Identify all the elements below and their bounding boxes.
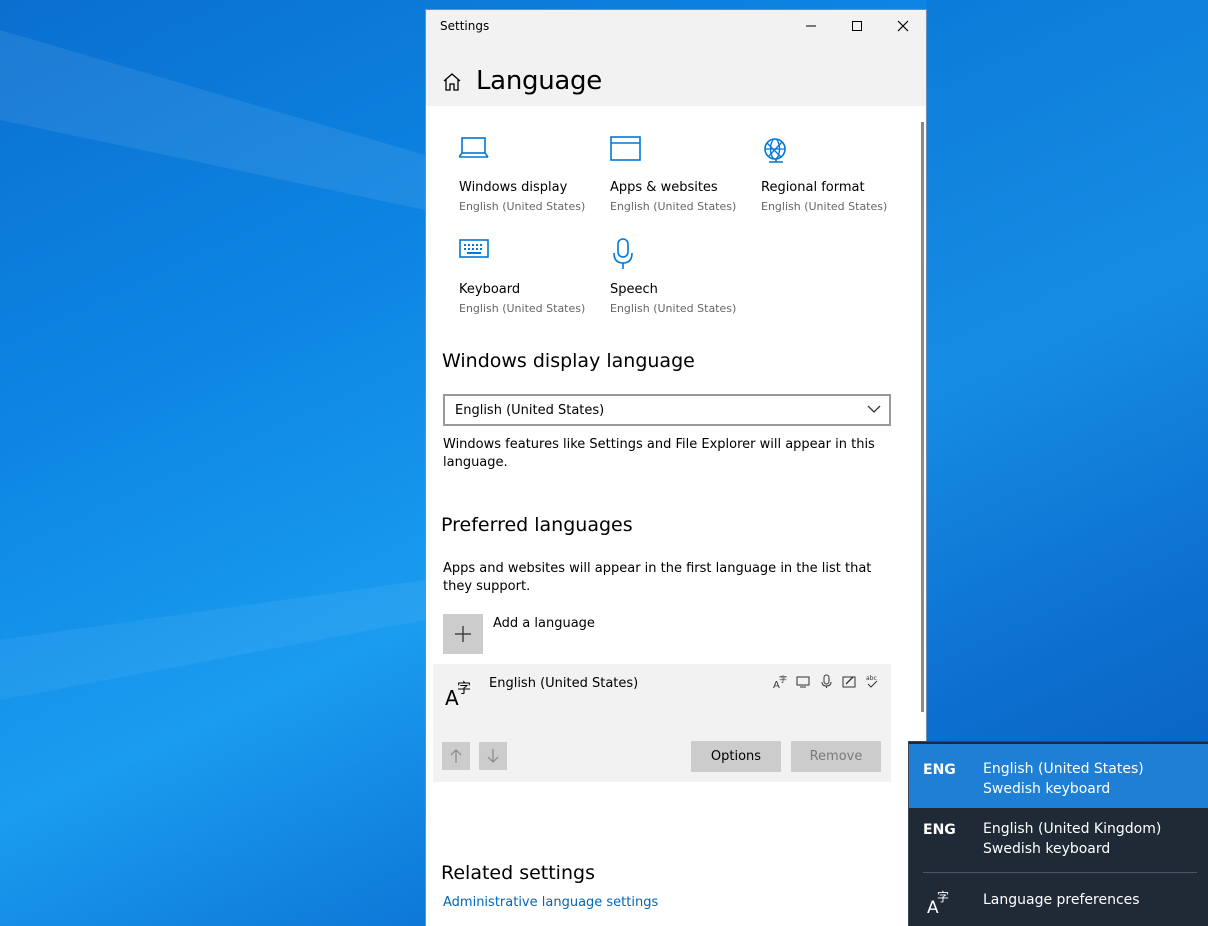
settings-window: Settings Language Windows display Englis… — [425, 9, 927, 926]
window-title: Settings — [440, 19, 490, 33]
page-header: Language — [426, 44, 926, 106]
maximize-button[interactable] — [834, 10, 880, 42]
tile-label: Apps & websites — [610, 180, 718, 195]
move-down-button[interactable] — [479, 742, 507, 770]
text-to-speech-feature-icon — [796, 674, 811, 689]
tile-keyboard[interactable]: Keyboard English (United States) — [459, 238, 609, 328]
tile-label: Windows display — [459, 180, 568, 195]
title-bar: Settings — [426, 10, 926, 44]
dropdown-value: English (United States) — [455, 403, 605, 418]
display-language-description: Windows features like Settings and File … — [443, 437, 875, 470]
home-icon[interactable] — [442, 72, 462, 92]
language-code: ENG — [923, 822, 956, 838]
tile-sub: English (United States) — [610, 200, 737, 213]
language-preferences-icon: A 字 — [927, 889, 949, 916]
tile-label: Speech — [610, 282, 658, 297]
language-code: ENG — [923, 762, 956, 778]
tile-label: Regional format — [761, 180, 865, 195]
tile-sub: English (United States) — [761, 200, 888, 213]
display-language-heading: Windows display language — [442, 350, 695, 372]
svg-text:字: 字 — [457, 681, 471, 697]
language-icon: A 字 — [445, 681, 471, 708]
display-language-dropdown[interactable]: English (United States) — [443, 394, 891, 426]
close-icon — [897, 20, 909, 32]
language-list-item[interactable]: A 字 English (United States) A字 abc Optio… — [433, 664, 891, 782]
minimize-button[interactable] — [788, 10, 834, 42]
speech-recognition-feature-icon — [819, 674, 834, 689]
add-language-button[interactable] — [443, 614, 483, 654]
spell-check-feature-icon: abc — [865, 674, 880, 689]
scrollbar[interactable] — [921, 122, 924, 712]
chevron-down-icon — [867, 405, 881, 413]
svg-text:abc: abc — [866, 675, 877, 682]
flyout-keyboard: Swedish keyboard — [983, 781, 1111, 797]
tile-sub: English (United States) — [459, 302, 586, 315]
handwriting-feature-icon — [842, 674, 857, 689]
input-language-flyout: ENG English (United States) Swedish keyb… — [908, 741, 1208, 926]
tile-apps-websites[interactable]: Apps & websites English (United States) — [610, 136, 760, 226]
microphone-icon — [613, 238, 633, 269]
related-settings-heading: Related settings — [441, 862, 595, 884]
maximize-icon — [852, 21, 862, 31]
language-feature-icons: A字 abc — [773, 674, 880, 689]
close-button[interactable] — [880, 10, 926, 42]
svg-text:字: 字 — [779, 674, 787, 684]
arrow-down-icon — [487, 749, 499, 763]
tile-windows-display[interactable]: Windows display English (United States) — [459, 136, 609, 226]
flyout-language: English (United Kingdom) — [983, 821, 1162, 837]
flyout-keyboard: Swedish keyboard — [983, 841, 1111, 857]
arrow-up-icon — [450, 749, 462, 763]
options-button[interactable]: Options — [691, 741, 781, 772]
remove-button[interactable]: Remove — [791, 741, 881, 772]
keyboard-icon — [459, 239, 489, 258]
tile-sub: English (United States) — [459, 200, 586, 213]
tile-label: Keyboard — [459, 282, 521, 297]
browser-window-icon — [610, 136, 641, 161]
globe-icon — [764, 138, 786, 163]
flyout-language: English (United States) — [983, 761, 1144, 777]
flyout-item-english-us[interactable]: ENG English (United States) Swedish keyb… — [909, 744, 1208, 808]
plus-icon — [455, 626, 471, 642]
flyout-divider — [923, 872, 1197, 873]
tile-speech[interactable]: Speech English (United States) — [610, 238, 760, 328]
page-title: Language — [476, 66, 602, 96]
svg-text:字: 字 — [937, 889, 949, 904]
flyout-item-english-uk[interactable]: ENG English (United Kingdom) Swedish key… — [909, 804, 1208, 868]
preferred-languages-heading: Preferred languages — [441, 514, 633, 536]
preferred-languages-description: Apps and websites will appear in the fir… — [443, 561, 872, 594]
tile-sub: English (United States) — [610, 302, 737, 315]
language-name: English (United States) — [489, 676, 639, 691]
minimize-icon — [806, 25, 816, 27]
add-language-label[interactable]: Add a language — [493, 616, 595, 631]
laptop-icon — [459, 137, 489, 158]
language-preferences-link[interactable]: Language preferences — [983, 892, 1140, 908]
move-up-button[interactable] — [442, 742, 470, 770]
administrative-language-settings-link[interactable]: Administrative language settings — [443, 895, 658, 910]
tile-regional-format[interactable]: Regional format English (United States) — [761, 136, 911, 226]
display-language-feature-icon: A字 — [773, 674, 788, 689]
